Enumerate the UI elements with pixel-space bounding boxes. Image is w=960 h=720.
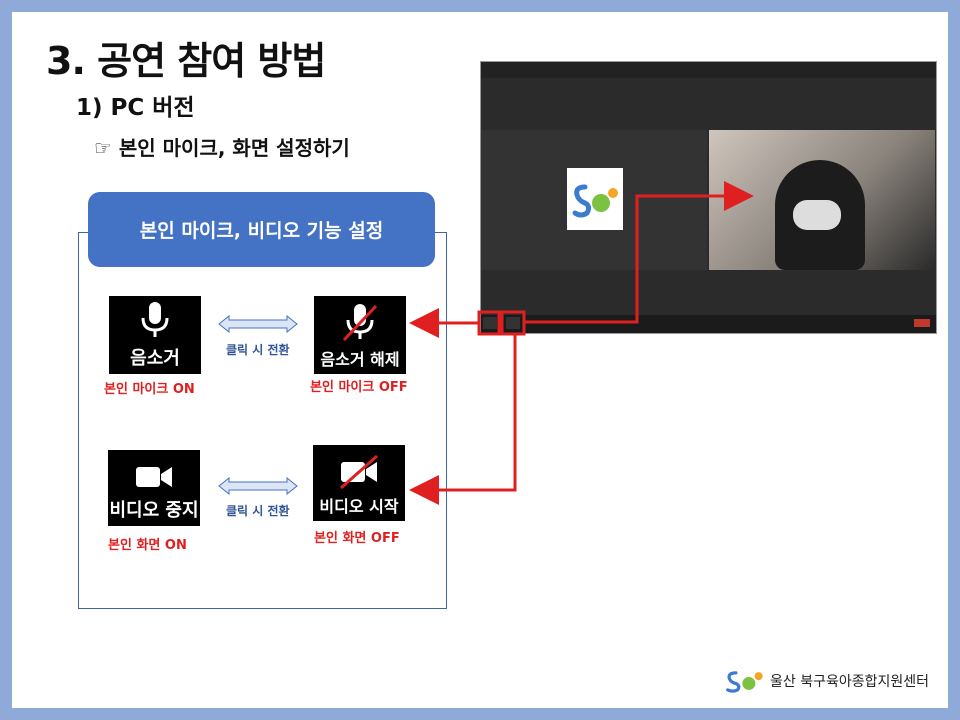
footer: 울산 북구육아종합지원센터 <box>724 668 929 694</box>
footer-org-name: 울산 북구육아종합지원센터 <box>770 674 930 690</box>
org-logo-icon <box>726 671 763 693</box>
slide: 3. 공연 참여 방법 1) PC 버전 ☞ 본인 마이크, 화면 설정하기 본… <box>12 12 948 708</box>
annotation-arrows <box>409 181 754 505</box>
